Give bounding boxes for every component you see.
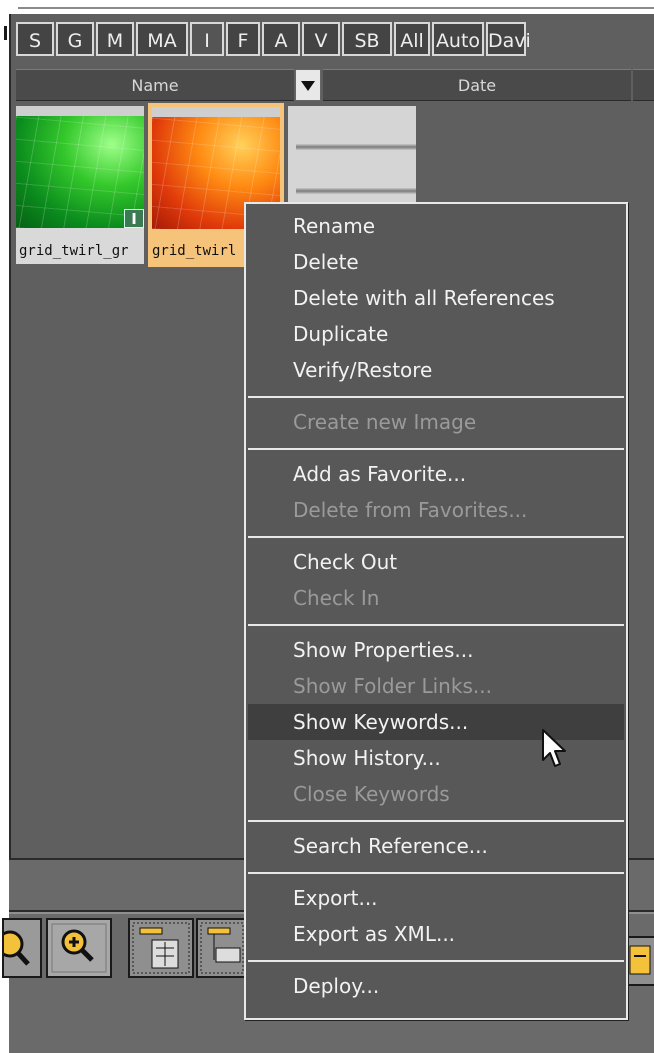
tree-view-alt-button[interactable] [196, 918, 246, 978]
tab-v[interactable]: V [302, 22, 340, 56]
zoom-out-button[interactable] [0, 918, 42, 978]
menu-item-create-new-image[interactable]: Create new Image [248, 404, 624, 440]
thumbnail-separator [16, 228, 144, 238]
mouse-pointer-icon [542, 729, 566, 767]
thumbnail-top-bar [16, 106, 144, 116]
thumbnail-top-bar [152, 107, 280, 117]
menu-item-add-as-favorite[interactable]: Add as Favorite... [248, 456, 624, 492]
export-button[interactable] [626, 936, 654, 986]
menu-item-export-as-xml[interactable]: Export as XML... [248, 916, 624, 952]
menu-item-show-properties[interactable]: Show Properties... [248, 632, 624, 668]
menu-item-check-out[interactable]: Check Out [248, 544, 624, 580]
tab-g[interactable]: G [56, 22, 94, 56]
menu-separator [248, 820, 624, 822]
menu-item-verify-restore[interactable]: Verify/Restore [248, 352, 624, 388]
menu-item-close-keywords[interactable]: Close Keywords [248, 776, 624, 812]
tree-view-button[interactable] [128, 918, 194, 978]
tab-all[interactable]: All [394, 22, 430, 56]
tree-view-alt-icon [200, 922, 244, 974]
context-menu: Rename Delete Delete with all References Du… [244, 202, 628, 1020]
tree-view-icon [132, 922, 190, 974]
menu-item-delete[interactable]: Delete [248, 244, 624, 280]
menu-separator [248, 872, 624, 874]
menu-separator [248, 624, 624, 626]
thumbnail-stripe [296, 144, 416, 150]
thumbnail-stripe [296, 188, 416, 194]
date-column-header[interactable]: Date [323, 69, 631, 101]
menu-item-delete-from-favorites[interactable]: Delete from Favorites... [248, 492, 624, 528]
tab-davi[interactable]: Davi [486, 22, 531, 56]
tab-m[interactable]: M [96, 22, 134, 56]
tab-a[interactable]: A [262, 22, 300, 56]
column-header: Name Date [16, 69, 654, 101]
menu-item-duplicate[interactable]: Duplicate [248, 316, 624, 352]
tab-s[interactable]: S [16, 22, 54, 56]
thumbnail-label: grid_twirl [152, 238, 248, 264]
menu-item-rename[interactable]: Rename [248, 208, 624, 244]
sort-dropdown-icon[interactable] [295, 69, 321, 101]
zoom-out-icon [0, 930, 30, 966]
menu-separator [248, 536, 624, 538]
asset-browser-window: S G M MA I F A V SB All Auto Davi Name Date I grid_… [0, 0, 654, 1053]
resize-grip[interactable] [4, 26, 7, 40]
menu-separator [248, 396, 624, 398]
tab-ma[interactable]: MA [136, 22, 188, 56]
tab-f[interactable]: F [226, 22, 260, 56]
tab-sb[interactable]: SB [342, 22, 392, 56]
menu-item-deploy[interactable]: Deploy... [248, 968, 624, 1004]
menu-item-search-reference[interactable]: Search Reference... [248, 828, 624, 864]
top-divider [18, 7, 654, 9]
asset-thumbnail[interactable]: I grid_twirl_gr [16, 106, 144, 264]
name-column-header[interactable]: Name [16, 69, 294, 101]
zoom-in-icon [51, 923, 107, 973]
zoom-in-button[interactable] [46, 918, 112, 978]
menu-item-show-folder-links[interactable]: Show Folder Links... [248, 668, 624, 704]
menu-separator [248, 448, 624, 450]
menu-item-export[interactable]: Export... [248, 880, 624, 916]
image-type-badge: I [124, 209, 144, 228]
thumbnail-label: grid_twirl_gr [16, 238, 144, 264]
menu-item-check-in[interactable]: Check In [248, 580, 624, 616]
extra-column-header[interactable] [633, 69, 654, 101]
tab-auto[interactable]: Auto [432, 22, 484, 56]
menu-item-delete-with-all-references[interactable]: Delete with all References [248, 280, 624, 316]
tab-i[interactable]: I [190, 22, 224, 56]
filter-tab-bar: S G M MA I F A V SB All Auto Davi [16, 22, 654, 58]
menu-separator [248, 960, 624, 962]
export-icon [629, 945, 651, 975]
asset-thumbnail[interactable] [288, 106, 416, 204]
